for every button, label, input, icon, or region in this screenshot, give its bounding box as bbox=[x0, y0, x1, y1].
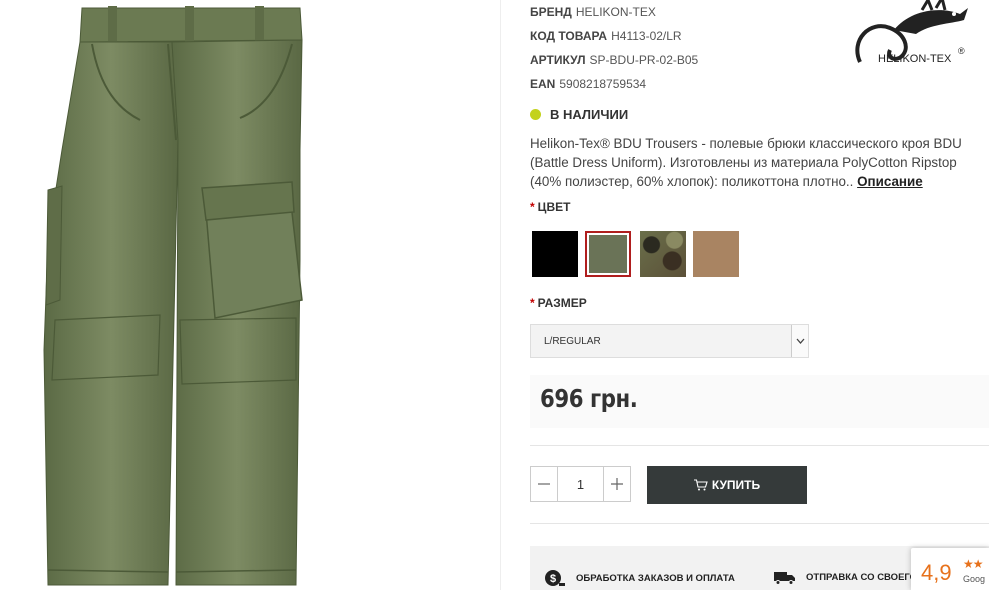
size-select[interactable]: L/REGULAR bbox=[530, 324, 809, 358]
swatch-coyote[interactable] bbox=[693, 231, 739, 277]
spec-ean: EAN 5908218759534 bbox=[530, 77, 647, 91]
buy-button[interactable]: КУПИТЬ bbox=[647, 466, 807, 504]
divider bbox=[530, 523, 989, 524]
product-price: 696 грн. bbox=[540, 384, 638, 413]
stock-status: В НАЛИЧИИ bbox=[530, 107, 628, 122]
quantity-input[interactable]: 1 bbox=[557, 467, 604, 501]
info-item-shipping[interactable]: ОТПРАВКА СО СВОЕГО bbox=[773, 569, 917, 585]
increase-button[interactable] bbox=[604, 467, 630, 501]
brand-logo[interactable]: HELIKON-TEX ® bbox=[850, 0, 975, 72]
decrease-button[interactable] bbox=[531, 467, 557, 501]
truck-icon bbox=[774, 572, 795, 585]
cart-icon bbox=[693, 479, 708, 491]
svg-text:®: ® bbox=[958, 46, 965, 56]
divider bbox=[530, 445, 989, 446]
spec-brand: БРЕНД HELIKON-TEX bbox=[530, 5, 656, 19]
spec-code: КОД ТОВАРА H4113-02/LR bbox=[530, 29, 682, 43]
description-link[interactable]: Описание bbox=[857, 174, 923, 189]
chevron-down-icon[interactable] bbox=[791, 325, 808, 357]
money-icon: $ bbox=[545, 570, 565, 586]
rating-stars-icon: ★★ bbox=[963, 557, 983, 571]
swatch-black[interactable] bbox=[532, 231, 578, 277]
product-image[interactable] bbox=[0, 0, 500, 590]
size-label: * РАЗМЕР bbox=[530, 296, 587, 310]
quantity-stepper: 1 bbox=[530, 466, 631, 502]
product-image-panel bbox=[0, 0, 501, 590]
rating-badge[interactable]: 4,9 ★★ Goog bbox=[911, 548, 989, 590]
product-details: БРЕНД HELIKON-TEX КОД ТОВАРА H4113-02/LR А… bbox=[500, 0, 989, 590]
svg-text:HELIKON-TEX: HELIKON-TEX bbox=[878, 53, 952, 65]
spec-article: АРТИКУЛ SP-BDU-PR-02-B05 bbox=[530, 53, 699, 67]
swatch-camo[interactable] bbox=[640, 231, 686, 277]
info-item-payment[interactable]: $ ОБРАБОТКА ЗАКАЗОВ И ОПЛАТА bbox=[544, 569, 735, 587]
color-label: * ЦВЕТ bbox=[530, 200, 571, 214]
price-box: 696 грн. bbox=[530, 375, 989, 428]
in-stock-dot-icon bbox=[530, 109, 541, 120]
svg-text:$: $ bbox=[550, 573, 556, 585]
swatch-olive[interactable] bbox=[585, 231, 631, 277]
product-description: Helikon-Tex® BDU Trousers - полевые брюк… bbox=[530, 136, 962, 189]
